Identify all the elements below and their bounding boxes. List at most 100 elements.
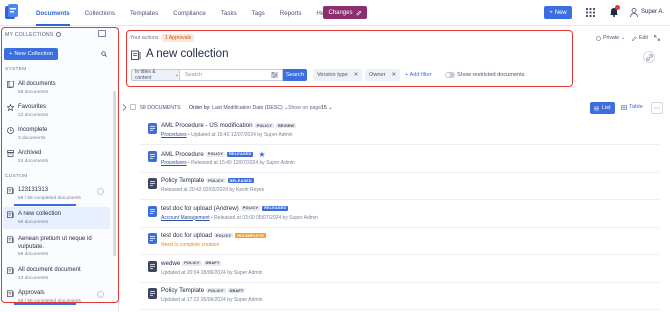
sidebar-item-incomplete[interactable]: Incomplete 3 documents bbox=[3, 123, 110, 145]
nav-compliance[interactable]: Compliance bbox=[173, 0, 206, 26]
document-row[interactable]: Policy Template POLICY RELEASED Released at… bbox=[140, 173, 660, 200]
order-by-select[interactable]: Order by: Last Modification Date (DESC) … bbox=[189, 105, 289, 111]
list-icon bbox=[594, 106, 600, 110]
sidebar-item-favourites[interactable]: Favourites 12 documents bbox=[3, 100, 110, 122]
incomplete-warning[interactable]: Need to complete creation bbox=[161, 242, 219, 248]
new-collection-button[interactable]: + New Collection bbox=[4, 48, 58, 60]
sidebar-item-label: Aenean pretium ut neque id vulputate. bbox=[18, 236, 92, 250]
collection-icon bbox=[7, 267, 14, 274]
search-icon[interactable] bbox=[101, 51, 107, 57]
document-meta-text: • Updated at 15:40 12/07/2024 by Super A… bbox=[187, 132, 293, 138]
filter-chip-owner[interactable]: Owner ✕ bbox=[365, 69, 401, 81]
sidebar-item-label: Archived bbox=[18, 150, 42, 156]
chevron-right-icon[interactable] bbox=[122, 104, 127, 111]
table-view-label: Table bbox=[629, 104, 643, 110]
edit-label: Edit bbox=[639, 35, 648, 41]
collection-icon bbox=[7, 236, 14, 243]
add-filter-button[interactable]: + Add filter bbox=[405, 72, 432, 78]
document-row[interactable]: test doc for upload (Andrew) POLICY RELEAS… bbox=[140, 201, 660, 228]
document-icon bbox=[148, 150, 157, 162]
status-badge: INCOMPLETE bbox=[235, 233, 267, 238]
user-avatar-icon[interactable] bbox=[630, 8, 638, 17]
document-row[interactable]: Policy Template POLICY DRAFT Updated at 17:… bbox=[140, 283, 660, 310]
document-title[interactable]: test doc for upload (Andrew) bbox=[161, 205, 239, 212]
list-view-button[interactable]: List bbox=[590, 102, 615, 114]
search-button[interactable]: Search bbox=[283, 69, 307, 81]
more-options-button[interactable]: ⋯ bbox=[651, 102, 663, 114]
sidebar-item-label: All documents bbox=[18, 81, 56, 87]
sidebar-item-a-new-collection[interactable]: A new collection 58 documents bbox=[3, 207, 110, 229]
expand-icon[interactable] bbox=[654, 35, 660, 41]
document-title[interactable]: Policy Template bbox=[161, 177, 204, 184]
status-badge: DRAFT bbox=[203, 260, 222, 266]
collapse-sidebar-icon[interactable] bbox=[98, 30, 106, 37]
favourite-star-icon[interactable]: ★ bbox=[258, 150, 265, 159]
document-row[interactable]: wedwe POLICY DRAFT Updated at 20:04 28/06/2… bbox=[140, 256, 660, 283]
collection-link[interactable]: Procedures bbox=[161, 132, 187, 138]
document-title[interactable]: Policy Template bbox=[161, 287, 204, 294]
restricted-toggle[interactable] bbox=[445, 72, 455, 78]
close-icon[interactable]: ✕ bbox=[391, 72, 396, 78]
collection-link[interactable]: Account Management bbox=[161, 215, 210, 221]
sidebar-item-count: 24 documents bbox=[18, 158, 49, 164]
apps-grid-icon[interactable] bbox=[586, 8, 595, 17]
edit-button[interactable]: Edit bbox=[632, 35, 648, 41]
search-scope-select[interactable]: In titles & content ⌄ bbox=[131, 69, 180, 81]
visibility-label: Private bbox=[603, 35, 620, 41]
completion-circle-icon bbox=[97, 188, 104, 195]
link-icon bbox=[645, 53, 653, 61]
document-row[interactable]: test doc for upload POLICY INCOMPLETE Need … bbox=[140, 228, 660, 255]
sidebar-item-all-document-document[interactable]: All document document 13 documents bbox=[3, 263, 110, 285]
new-button[interactable]: + New bbox=[544, 6, 572, 19]
sidebar-item-label: All document document bbox=[18, 267, 81, 273]
document-title[interactable]: AML Procedure bbox=[161, 151, 204, 158]
sidebar-item-aenean-pretium[interactable]: Aenean pretium ut neque id vulputate. 58 … bbox=[3, 232, 110, 262]
nav-tasks[interactable]: Tasks bbox=[221, 0, 237, 26]
document-meta-text: Released at 20:42 02/02/2024 by Kevin Re… bbox=[161, 187, 265, 193]
search-input[interactable] bbox=[180, 69, 283, 81]
document-title-row: test doc for upload POLICY INCOMPLETE bbox=[161, 232, 267, 239]
sidebar-item-all-documents[interactable]: All documents 58 documents bbox=[3, 77, 110, 99]
sidebar-item-123131313[interactable]: 123131313 58 / 58 completed documents bbox=[3, 183, 110, 205]
nav-collections[interactable]: Collections bbox=[85, 0, 115, 26]
sidebar-item-count: 58 documents bbox=[18, 89, 49, 95]
more-dots-icon: ⋯ bbox=[654, 105, 660, 112]
sidebar-scrollbar[interactable] bbox=[113, 91, 116, 256]
app-logo-icon[interactable] bbox=[5, 4, 18, 21]
collection-title: A new collection bbox=[146, 48, 229, 60]
user-name[interactable]: Super A. bbox=[641, 9, 664, 15]
document-meta: Released at 20:42 02/02/2024 by Kevin Re… bbox=[161, 187, 264, 193]
filter-chip-version-type[interactable]: Version type ✕ bbox=[313, 69, 363, 81]
plus-icon: + bbox=[549, 9, 553, 16]
search-scope-value: In titles & content bbox=[135, 69, 156, 81]
status-badge: POLICY bbox=[205, 151, 226, 157]
document-row[interactable]: AML Procedure POLICY RELEASED ★ Procedures •… bbox=[140, 146, 660, 173]
document-title[interactable]: wedwe bbox=[161, 260, 180, 267]
page-size-select[interactable]: 15 ⌄ bbox=[321, 105, 333, 111]
nav-documents[interactable]: Documents bbox=[36, 0, 70, 26]
nav-templates[interactable]: Templates bbox=[130, 0, 158, 26]
document-count: 58 DOCUMENTS bbox=[140, 105, 181, 111]
sidebar-item-archived[interactable]: Archived 24 documents bbox=[3, 146, 110, 168]
copy-link-button[interactable] bbox=[643, 51, 655, 63]
info-icon bbox=[56, 32, 62, 38]
sliders-icon[interactable] bbox=[271, 72, 278, 78]
status-badge: DRAFT bbox=[227, 288, 246, 293]
notification-badge bbox=[615, 5, 620, 10]
nav-tags[interactable]: Tags bbox=[252, 0, 265, 26]
visibility-dropdown[interactable]: Private ⌄ bbox=[596, 35, 626, 41]
collection-link[interactable]: Procedures bbox=[161, 160, 187, 166]
star-icon bbox=[7, 104, 14, 111]
table-view-button[interactable]: Table bbox=[621, 104, 643, 110]
document-row[interactable]: AML Procedure - US modification POLICY REV… bbox=[140, 118, 660, 145]
nav-reports[interactable]: Reports bbox=[280, 0, 302, 26]
document-icon bbox=[148, 205, 157, 217]
approvals-badge[interactable]: 1 Approvals bbox=[162, 34, 195, 42]
document-title[interactable]: AML Procedure - US modification bbox=[161, 122, 253, 129]
close-icon[interactable]: ✕ bbox=[354, 72, 359, 78]
document-title[interactable]: test doc for upload bbox=[161, 232, 212, 239]
select-all-checkbox[interactable] bbox=[130, 104, 136, 110]
status-badge: POLICY bbox=[254, 123, 274, 128]
changes-button[interactable]: Changes bbox=[323, 6, 367, 19]
sidebar-item-approvals[interactable]: Approvals 58 / 58 completed documents bbox=[3, 286, 110, 308]
